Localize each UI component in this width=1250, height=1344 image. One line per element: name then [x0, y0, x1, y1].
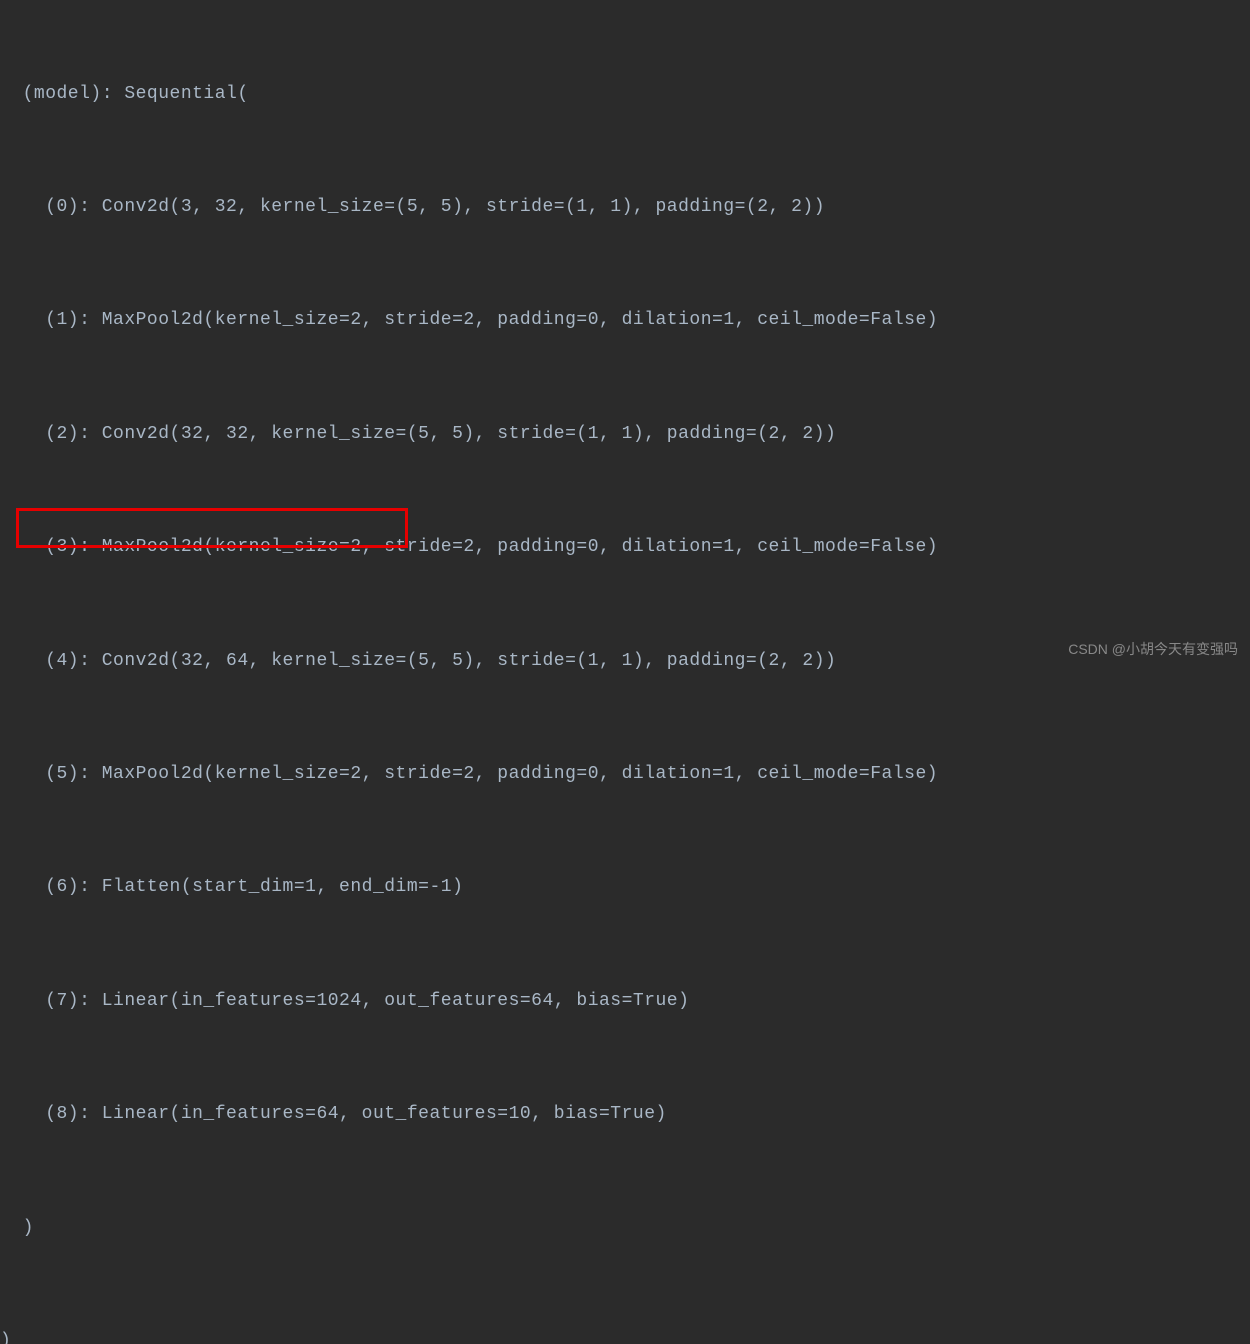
- output-line: ): [0, 1323, 1250, 1344]
- output-line: (0): Conv2d(3, 32, kernel_size=(5, 5), s…: [0, 189, 1250, 227]
- output-line: (8): Linear(in_features=64, out_features…: [0, 1096, 1250, 1134]
- output-line: (2): Conv2d(32, 32, kernel_size=(5, 5), …: [0, 416, 1250, 454]
- console-output: (model): Sequential( (0): Conv2d(3, 32, …: [0, 0, 1250, 1344]
- output-line: (5): MaxPool2d(kernel_size=2, stride=2, …: [0, 756, 1250, 794]
- output-line: (3): MaxPool2d(kernel_size=2, stride=2, …: [0, 529, 1250, 567]
- output-line: (7): Linear(in_features=1024, out_featur…: [0, 983, 1250, 1021]
- output-line: ): [0, 1210, 1250, 1248]
- watermark-text: CSDN @小胡今天有变强吗: [1068, 635, 1238, 664]
- output-line: (1): MaxPool2d(kernel_size=2, stride=2, …: [0, 302, 1250, 340]
- output-line: (4): Conv2d(32, 64, kernel_size=(5, 5), …: [0, 643, 1250, 681]
- output-line: (model): Sequential(: [0, 76, 1250, 114]
- output-line: (6): Flatten(start_dim=1, end_dim=-1): [0, 869, 1250, 907]
